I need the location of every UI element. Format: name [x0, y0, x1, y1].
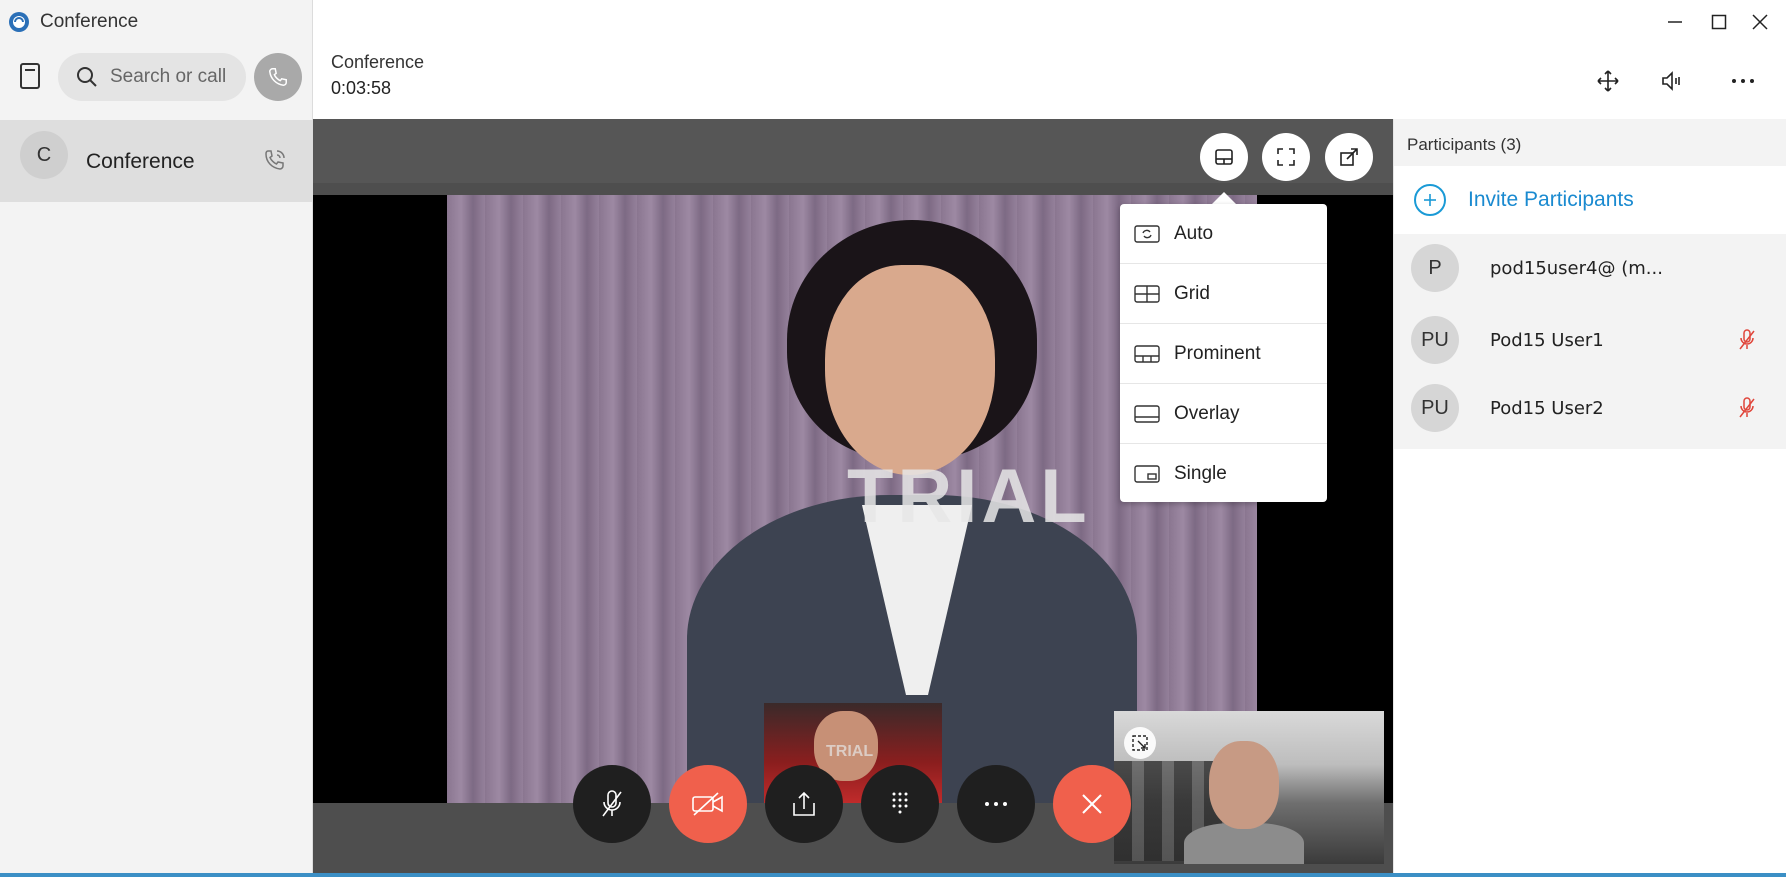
self-view-video[interactable] [1114, 711, 1384, 864]
popout-icon [1340, 148, 1358, 166]
muted-microphone-icon [1739, 329, 1755, 350]
conversation-label: Conference [86, 150, 195, 173]
avatar: PU [1411, 384, 1459, 432]
call-timer: 0:03:58 [331, 78, 392, 98]
keypad-icon [892, 792, 908, 814]
fullscreen-button[interactable] [1262, 133, 1310, 181]
contacts-icon[interactable] [18, 62, 46, 92]
search-input[interactable] [108, 63, 242, 91]
menu-caret [1212, 192, 1236, 204]
auto-layout-icon [1134, 224, 1160, 243]
maximize-button[interactable] [1704, 10, 1734, 34]
active-call-icon [265, 150, 285, 170]
layout-button[interactable] [1200, 133, 1248, 181]
invite-participants-link[interactable]: Invite Participants [1468, 188, 1634, 212]
call-button[interactable] [254, 53, 302, 101]
share-button[interactable] [765, 765, 843, 843]
participant-row[interactable]: P pod15user4@ (m... [1394, 234, 1786, 304]
webex-logo-icon [9, 12, 29, 32]
close-icon [1752, 14, 1768, 30]
trial-watermark: TRIAL [847, 454, 1091, 539]
window-bottom-border [0, 873, 1786, 877]
menu-item-auto[interactable]: Auto [1120, 204, 1327, 264]
phone-icon [269, 68, 287, 86]
audio-settings-button[interactable] [1656, 66, 1690, 96]
menu-item-label: Single [1174, 462, 1227, 484]
speaker-icon [1662, 71, 1680, 91]
more-options-button[interactable] [1726, 66, 1760, 96]
stop-video-button[interactable] [669, 765, 747, 843]
microphone-muted-icon [602, 790, 622, 817]
participant-list: P pod15user4@ (m... PU Pod15 User1 PU Po… [1394, 234, 1786, 449]
search-icon [77, 67, 97, 87]
thumb-watermark: TRIAL [826, 743, 874, 760]
menu-item-grid[interactable]: Grid [1120, 264, 1327, 324]
close-icon [1082, 794, 1102, 814]
move-button[interactable] [1591, 66, 1625, 96]
app-title: Conference [40, 11, 139, 32]
video-off-icon [692, 792, 723, 816]
menu-item-label: Auto [1174, 222, 1214, 244]
menu-item-label: Overlay [1174, 402, 1240, 424]
menu-item-label: Prominent [1174, 342, 1261, 364]
participant-name: pod15user4@ (m... [1490, 258, 1663, 279]
popout-button[interactable] [1325, 133, 1373, 181]
muted-microphone-icon [1739, 397, 1755, 418]
layout-menu: Auto Grid Prominent Overlay Single [1120, 204, 1327, 502]
avatar: C [20, 131, 68, 179]
share-icon [793, 791, 815, 816]
self-view-expand-button[interactable] [1124, 727, 1156, 759]
menu-item-single[interactable]: Single [1120, 444, 1327, 503]
prominent-layout-icon [1134, 344, 1160, 363]
overlay-layout-icon [1134, 404, 1160, 423]
menu-item-prominent[interactable]: Prominent [1120, 324, 1327, 384]
more-icon [985, 802, 1007, 806]
search-box[interactable] [58, 53, 246, 101]
more-controls-button[interactable] [957, 765, 1035, 843]
more-icon [1732, 79, 1754, 83]
minimize-icon [1668, 21, 1682, 23]
avatar: P [1411, 244, 1459, 292]
move-icon [1597, 70, 1619, 92]
end-call-button[interactable] [1053, 765, 1131, 843]
participant-row[interactable]: PU Pod15 User1 [1394, 306, 1786, 376]
expand-icon [1132, 735, 1148, 751]
minimize-button[interactable] [1660, 10, 1690, 34]
call-title: Conference [331, 52, 425, 72]
participant-row[interactable]: PU Pod15 User2 [1394, 374, 1786, 444]
speaker-face [825, 265, 995, 475]
participants-title: Participants (3) [1407, 135, 1522, 154]
keypad-button[interactable] [861, 765, 939, 843]
mute-button[interactable] [573, 765, 651, 843]
menu-item-label: Grid [1174, 282, 1210, 304]
close-window-button[interactable] [1745, 10, 1775, 34]
add-icon[interactable] [1414, 184, 1446, 216]
layout-icon [1215, 149, 1233, 165]
participants-panel [1393, 119, 1786, 877]
single-layout-icon [1134, 464, 1160, 483]
participant-name: Pod15 User1 [1490, 330, 1604, 351]
menu-item-overlay[interactable]: Overlay [1120, 384, 1327, 444]
participant-name: Pod15 User2 [1490, 398, 1604, 419]
maximize-icon [1711, 14, 1727, 30]
grid-layout-icon [1134, 284, 1160, 303]
avatar: PU [1411, 316, 1459, 364]
fullscreen-icon [1277, 148, 1295, 166]
